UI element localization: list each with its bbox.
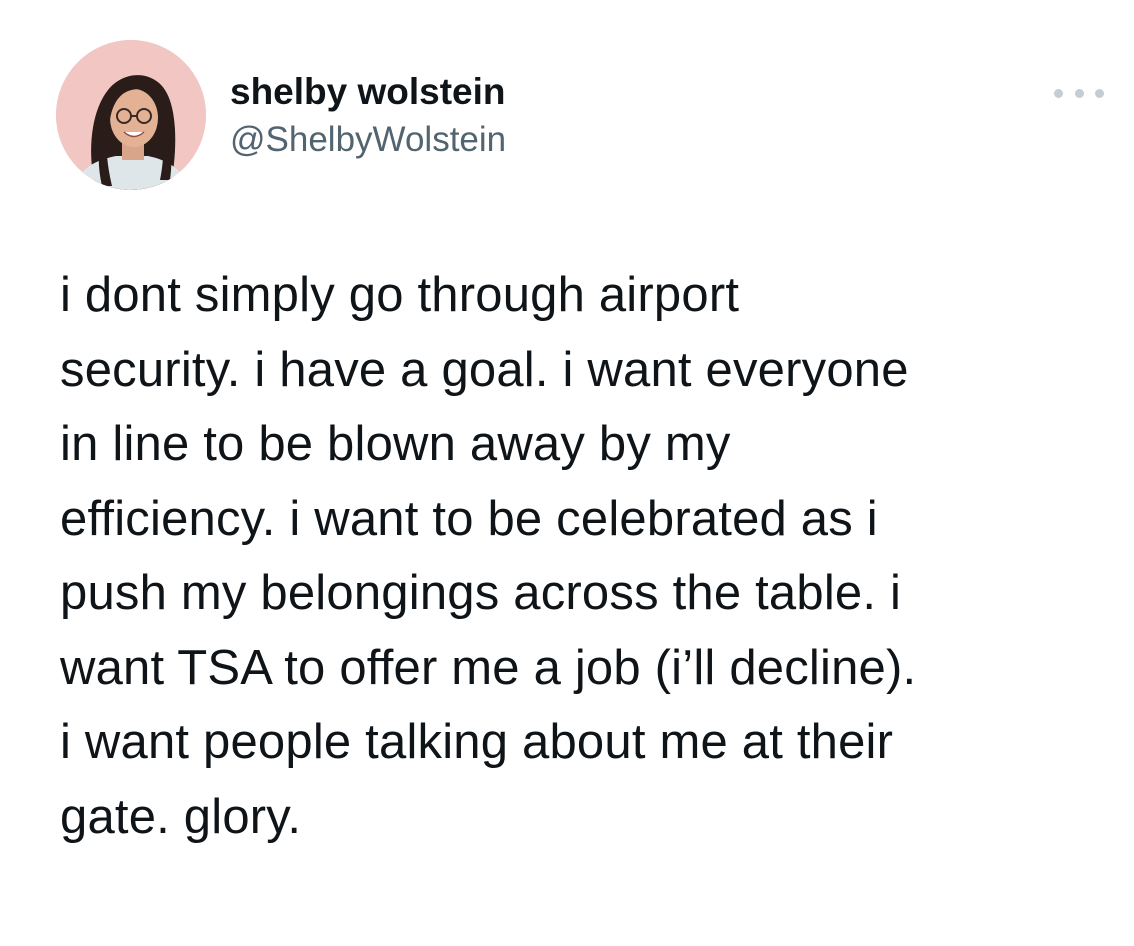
avatar[interactable] bbox=[56, 40, 206, 190]
tweet-text-line: efficiency. i want to be celebrated as i bbox=[60, 491, 878, 546]
tweet-text-line: i dont simply go through airport bbox=[60, 268, 740, 322]
tweet-text-line: want TSA to offer me a job (i’ll decline… bbox=[60, 640, 917, 695]
tweet-text-line: push my belongings across the table. i bbox=[60, 566, 902, 620]
ellipsis-icon bbox=[1074, 88, 1084, 98]
author-block: shelby wolstein @ShelbyWolstein bbox=[230, 72, 506, 160]
display-name[interactable]: shelby wolstein bbox=[230, 72, 506, 112]
ellipsis-icon bbox=[1054, 88, 1063, 98]
tweet-text-line: in line to be blown away by my bbox=[60, 417, 731, 471]
tweet: shelby wolstein @ShelbyWolstein i dont s… bbox=[0, 0, 1134, 946]
tweet-text-line: security. i have a goal. i want everyone bbox=[60, 342, 909, 397]
tweet-text-line: gate. glory. bbox=[60, 789, 302, 844]
profile-photo-icon bbox=[56, 40, 206, 190]
ellipsis-icon bbox=[1095, 88, 1104, 98]
tweet-text: i dont simply go through airport securit… bbox=[60, 258, 1100, 854]
user-handle[interactable]: @ShelbyWolstein bbox=[230, 120, 506, 160]
more-options-button[interactable] bbox=[1054, 78, 1104, 108]
tweet-text-line: i want people talking about me at their bbox=[60, 715, 894, 769]
